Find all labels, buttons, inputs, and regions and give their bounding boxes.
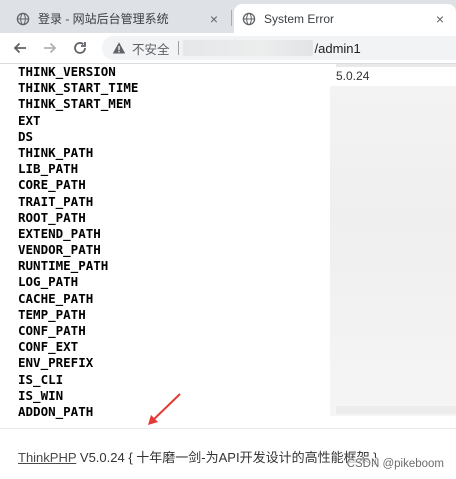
constant-row: EXT [18, 112, 41, 128]
reload-button[interactable] [70, 38, 90, 58]
close-icon[interactable]: × [206, 11, 222, 27]
page-content: THINK_VERSION THINK_START_TIME THINK_START… [0, 64, 456, 479]
tab-title: System Error [264, 11, 335, 26]
globe-icon [16, 12, 30, 26]
page-footer: ThinkPHP V5.0.24 { 十年磨一剑-为API开发设计的高性能框架 … [0, 428, 456, 479]
forward-button[interactable] [40, 38, 60, 58]
back-arrow-icon [13, 42, 26, 54]
warning-icon[interactable] [112, 41, 126, 55]
constant-row: CONF_PATH [18, 323, 86, 338]
forward-arrow-icon [44, 42, 57, 54]
back-button[interactable] [10, 38, 30, 58]
omnibox-divider [177, 41, 179, 55]
tab-title: 登录 - 网站后台管理系统 [38, 12, 169, 26]
redacted-host [182, 40, 313, 56]
redacted-value [336, 406, 456, 414]
url-path[interactable]: /admin1 [315, 41, 361, 56]
constant-row: LIB_PATH [18, 161, 79, 177]
constant-row: THINK_START_TIME [18, 80, 139, 96]
constant-row: IS_CLI [18, 371, 64, 387]
insecure-label[interactable]: 不安全 [132, 39, 170, 58]
constant-row: EXTEND_PATH [18, 225, 101, 241]
footer-version: V5.0.24 [76, 450, 129, 465]
constant-row: CONF_EXT [18, 339, 79, 355]
globe-icon [242, 12, 256, 26]
browser-toolbar: 不安全 /admin1 [0, 33, 456, 64]
tab-separator [231, 10, 232, 26]
close-icon[interactable]: × [432, 11, 448, 27]
redacted-value [336, 64, 456, 67]
constant-row: TEMP_PATH [18, 306, 86, 322]
reload-icon [74, 42, 86, 54]
tab-strip: 登录 - 网站后台管理系统 × System Error × [0, 0, 456, 33]
address-bar[interactable]: 不安全 /admin1 [102, 36, 456, 60]
constant-row: THINK_VERSION [18, 64, 116, 79]
tab-login[interactable]: 登录 - 网站后台管理系统 × [8, 4, 230, 33]
constant-row: THINK_PATH [18, 144, 94, 160]
constant-row: TRAIT_PATH [18, 193, 94, 209]
constant-row: LOG_PATH [18, 274, 79, 290]
constant-row: ENV_PREFIX [18, 355, 94, 371]
redacted-values [330, 86, 456, 416]
constant-row: RUNTIME_PATH [18, 258, 109, 274]
think-version-value: 5.0.24 [336, 69, 370, 83]
constant-row: ROOT_PATH [18, 209, 86, 225]
constant-row: THINK_START_MEM [18, 96, 131, 112]
footer-text: ThinkPHP V5.0.24 { 十年磨一剑-为API开发设计的高性能框架 … [18, 447, 378, 466]
annotation-arrow-icon [148, 393, 181, 425]
footer-slogan: { 十年磨一剑-为API开发设计的高性能框架 } [128, 450, 378, 465]
constant-row: CORE_PATH [18, 177, 86, 193]
constant-list: THINK_VERSION THINK_START_TIME THINK_START… [18, 64, 348, 420]
tab-system-error[interactable]: System Error × [234, 4, 456, 33]
thinkphp-link[interactable]: ThinkPHP [18, 450, 76, 465]
constant-row: CACHE_PATH [18, 290, 94, 306]
watermark: CSDN @pikeboom [346, 458, 444, 470]
constant-row: VENDOR_PATH [18, 242, 101, 258]
constant-row: DS [18, 128, 34, 144]
